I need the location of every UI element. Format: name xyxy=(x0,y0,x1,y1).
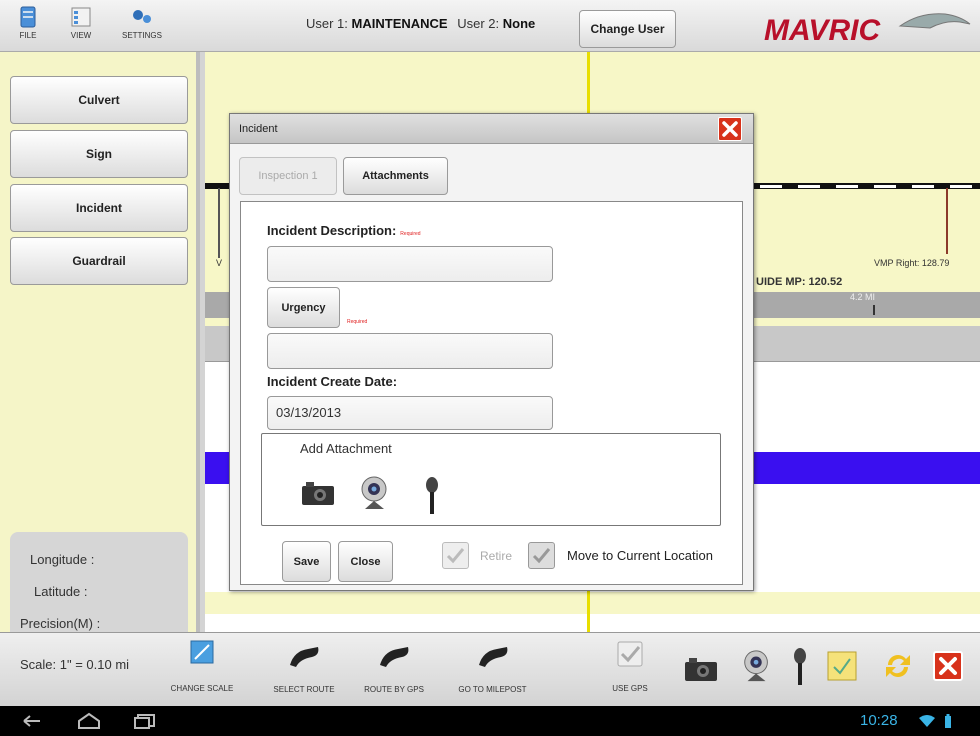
precision-label: Precision(M) : xyxy=(20,616,101,631)
vmp-right-label: VMP Right: 128.79 xyxy=(874,258,950,268)
recent-apps-icon[interactable] xyxy=(134,713,156,734)
longitude-label: Longitude : xyxy=(30,552,95,567)
move-to-current-label: Move to Current Location xyxy=(567,548,713,563)
check-icon xyxy=(532,548,551,564)
view-label: VIEW xyxy=(70,31,92,40)
latitude-label: Latitude : xyxy=(34,584,88,599)
tab-attachments[interactable]: Attachments xyxy=(343,157,448,195)
map-bottom-strip xyxy=(205,592,980,614)
urgency-button[interactable]: Urgency xyxy=(267,287,340,328)
user2-label: User 2: xyxy=(457,16,500,31)
logo-text: MAVRIC xyxy=(764,14,881,47)
go-to-milepost-button[interactable]: GO TO MILEPOST xyxy=(445,643,540,705)
use-gps-label: USE GPS xyxy=(612,684,648,693)
move-to-current-checkbox[interactable] xyxy=(528,542,555,569)
select-route-button[interactable]: SELECT ROUTE xyxy=(260,643,348,705)
settings-label: SETTINGS xyxy=(121,31,162,40)
select-route-label: SELECT ROUTE xyxy=(273,685,335,694)
microphone-icon[interactable] xyxy=(422,476,442,518)
user1-value: MAINTENANCE xyxy=(351,16,448,31)
dialog-content: Incident Description: Required Urgency Re… xyxy=(240,201,743,585)
microphone-icon[interactable] xyxy=(790,647,810,694)
tab-inspection[interactable]: Inspection 1 xyxy=(239,157,337,195)
route-by-gps-label: ROUTE BY GPS xyxy=(364,685,424,694)
user1-label: User 1: xyxy=(306,16,348,31)
retire-checkbox[interactable] xyxy=(442,542,469,569)
gps-checkbox-icon xyxy=(617,641,643,667)
change-user-button[interactable]: Change User xyxy=(579,10,676,48)
dialog-title: Incident xyxy=(230,114,753,144)
file-label: FILE xyxy=(19,31,37,40)
urgency-required-marker: Required xyxy=(347,319,368,325)
view-icon xyxy=(71,7,91,27)
camera-icon[interactable] xyxy=(300,478,336,508)
close-button[interactable]: Close xyxy=(338,541,393,582)
check-icon xyxy=(446,548,465,564)
change-scale-label: CHANGE SCALE xyxy=(170,684,234,693)
change-scale-icon xyxy=(190,640,214,664)
sync-icon[interactable] xyxy=(880,649,916,688)
battery-icon xyxy=(943,714,953,733)
webcam-icon[interactable] xyxy=(357,474,393,512)
user2-value: None xyxy=(502,16,536,31)
vmp-left-marker xyxy=(218,188,220,258)
home-icon[interactable] xyxy=(76,711,102,736)
file-menu-button[interactable]: FILE xyxy=(2,4,54,50)
file-icon xyxy=(20,6,36,28)
top-toolbar: FILE VIEW SETTINGS User 1: MAINTENANCE U… xyxy=(0,0,980,52)
incident-description-text: Incident Description: xyxy=(267,223,397,238)
left-panel: Culvert Sign Incident Guardrail Longitud… xyxy=(0,52,200,666)
required-marker: Required xyxy=(400,231,421,237)
route-by-gps-button[interactable]: ROUTE BY GPS xyxy=(350,643,438,705)
scale-label: Scale: 1" = 0.10 mi xyxy=(20,657,130,672)
guide-mp-label: UIDE MP: 120.52 xyxy=(756,276,843,288)
guardrail-button[interactable]: Guardrail xyxy=(10,237,188,285)
add-attachment-label: Add Attachment xyxy=(300,441,392,456)
use-gps-button[interactable]: USE GPS xyxy=(610,639,650,705)
incident-dialog: Incident Inspection 1 Attachments Incide… xyxy=(229,113,754,591)
attachment-box: Add Attachment xyxy=(261,433,721,526)
exit-icon[interactable] xyxy=(933,651,963,681)
vmp-right-marker xyxy=(946,188,948,254)
back-icon[interactable] xyxy=(20,713,44,734)
bottom-toolbar: Scale: 1" = 0.10 mi CHANGE SCALE SELECT … xyxy=(0,632,980,706)
incident-button[interactable]: Incident xyxy=(10,184,188,232)
wifi-icon xyxy=(918,714,936,733)
go-to-milepost-label: GO TO MILEPOST xyxy=(458,685,527,694)
milepost-icon xyxy=(478,647,507,667)
culvert-button[interactable]: Culvert xyxy=(10,76,188,124)
retire-label: Retire xyxy=(480,549,513,563)
route-gps-icon xyxy=(380,647,409,667)
incident-description-label: Incident Description: Required xyxy=(267,223,421,238)
change-scale-button[interactable]: CHANGE SCALE xyxy=(158,637,246,705)
urgency-input[interactable] xyxy=(267,333,553,369)
view-menu-button[interactable]: VIEW xyxy=(55,4,107,50)
mavric-logo: MAVRIC xyxy=(760,6,975,48)
save-button[interactable]: Save xyxy=(282,541,331,582)
distance-tick xyxy=(873,305,875,315)
system-nav-bar: 10:28 xyxy=(0,706,980,736)
vmp-left-label: V xyxy=(216,258,223,268)
settings-menu-button[interactable]: SETTINGS xyxy=(112,4,172,50)
create-date-label: Incident Create Date: xyxy=(267,374,398,389)
route-icon xyxy=(290,647,319,667)
create-date-input[interactable]: 03/13/2013 xyxy=(267,396,553,430)
distance-label: 4.2 MI xyxy=(850,292,876,302)
user-status: User 1: MAINTENANCE User 2: None xyxy=(306,16,535,31)
webcam-icon[interactable] xyxy=(740,647,774,690)
dialog-close-icon[interactable] xyxy=(718,117,742,141)
camera-icon[interactable] xyxy=(683,655,719,688)
sign-button[interactable]: Sign xyxy=(10,130,188,178)
settings-icon xyxy=(133,10,151,23)
clock: 10:28 xyxy=(860,712,898,729)
incident-description-input[interactable] xyxy=(267,246,553,282)
note-icon[interactable] xyxy=(825,649,861,688)
